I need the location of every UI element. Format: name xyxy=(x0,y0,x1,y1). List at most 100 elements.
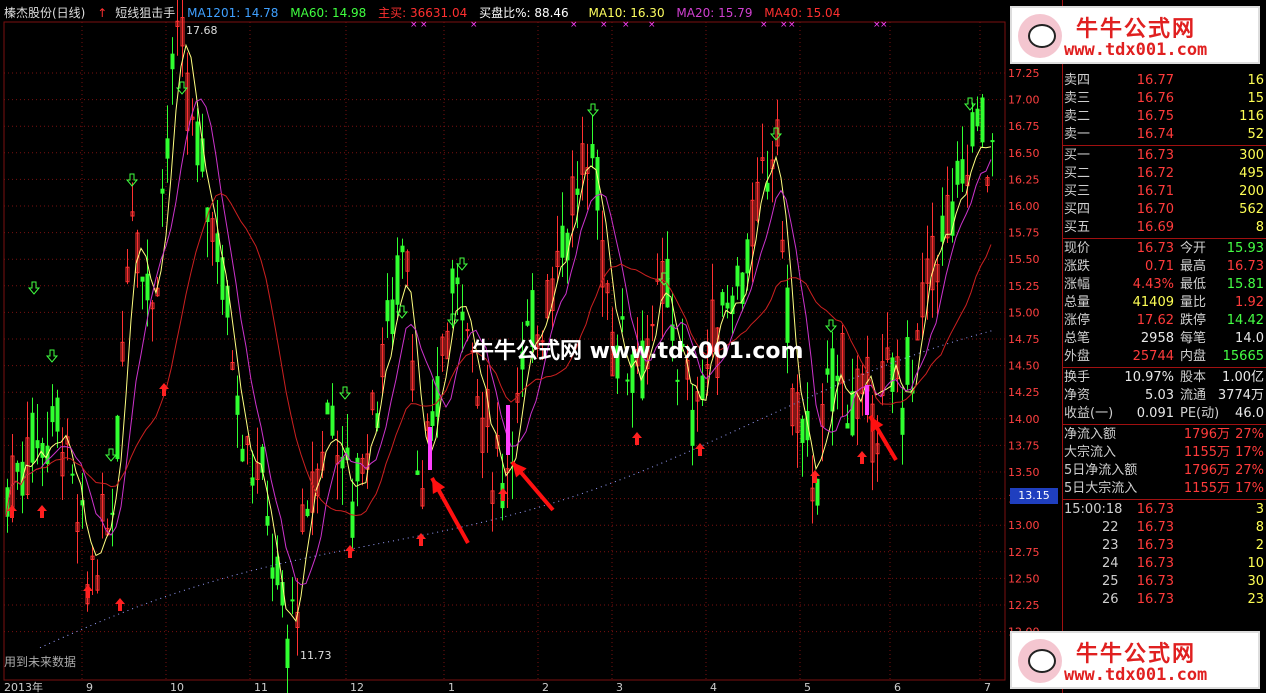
flow-percent: 27% xyxy=(1235,427,1264,442)
y-tick-label: 12.25 xyxy=(1008,599,1040,612)
candle-body xyxy=(590,144,595,159)
watermark-top: 牛牛公式网 www.tdx001.com xyxy=(1010,6,1260,64)
tick-volume: 23 xyxy=(1247,592,1264,607)
stat-value: 25744 xyxy=(1132,349,1174,364)
stat-value: 2958 xyxy=(1140,331,1174,346)
x-tick-label: 1 xyxy=(448,681,455,693)
candle-body xyxy=(35,440,40,449)
watermark-bottom: 牛牛公式网 www.tdx001.com xyxy=(1010,631,1260,689)
candle-body xyxy=(385,300,390,322)
stat-label: 最高 xyxy=(1180,259,1207,274)
sell-signal-arrow-icon xyxy=(45,349,59,363)
y-tick-label: 13.75 xyxy=(1008,439,1040,452)
y-tick-label: 15.00 xyxy=(1008,306,1040,319)
buy-signal-arrow-icon xyxy=(857,451,867,464)
top-marker-icon: × xyxy=(600,20,608,30)
cow-logo-icon xyxy=(1018,639,1062,683)
candle-body xyxy=(235,395,240,415)
flow-row: 5日大宗流入 1155万 17% xyxy=(1062,480,1266,498)
y-tick-label: 14.50 xyxy=(1008,360,1040,373)
stat-value: 10.97% xyxy=(1124,370,1174,385)
candle-body xyxy=(140,276,145,282)
candle-body xyxy=(525,320,530,326)
candle-body xyxy=(435,376,440,417)
tick-row: 24 16.73 10 xyxy=(1062,555,1266,573)
x-tick-label: 11 xyxy=(254,681,268,693)
tick-row: 25 16.73 30 xyxy=(1062,573,1266,591)
tick-volume: 8 xyxy=(1255,520,1264,535)
stat-row: 涨幅 4.43% 最低 15.81 xyxy=(1062,276,1266,294)
x-tick-label: 2013年 xyxy=(4,680,43,693)
watermark-title: 牛牛公式网 xyxy=(1076,642,1197,667)
order-volume: 300 xyxy=(1239,148,1264,163)
candle-body xyxy=(990,140,995,143)
candle-body xyxy=(305,508,310,517)
candle-body xyxy=(700,375,705,401)
x-tick-label: 7 xyxy=(984,681,991,693)
flow-value: 1155万 xyxy=(1183,481,1230,496)
candle-body xyxy=(400,245,405,253)
candle-body xyxy=(800,418,805,443)
stat-value: 15.81 xyxy=(1226,277,1264,292)
tick-price: 16.73 xyxy=(1136,574,1174,589)
top-marker-icon: × xyxy=(780,20,788,30)
flow-percent: 17% xyxy=(1235,445,1264,460)
order-price: 16.76 xyxy=(1136,91,1174,106)
y-tick-label: 13.50 xyxy=(1008,466,1040,479)
candle-body xyxy=(735,265,740,287)
indicator-name[interactable]: 短线狙击手 xyxy=(115,6,175,20)
buy-signal-arrow-icon xyxy=(498,488,508,501)
candle-body xyxy=(970,112,975,147)
candle-body xyxy=(825,368,830,375)
order-label: 买四 xyxy=(1064,202,1091,217)
top-marker-icon: × xyxy=(410,20,418,30)
buy-order-row: 买四 16.70 562 xyxy=(1062,201,1266,219)
y-tick-label: 14.00 xyxy=(1008,413,1040,426)
flow-value: 1155万 xyxy=(1183,445,1230,460)
candle-body xyxy=(745,239,750,274)
candle-body xyxy=(835,375,840,382)
candle-body xyxy=(285,638,290,669)
candle-body xyxy=(50,406,55,423)
candle-body xyxy=(720,292,725,306)
order-volume: 116 xyxy=(1239,109,1264,124)
candle-body xyxy=(325,402,330,415)
order-label: 卖三 xyxy=(1064,91,1091,106)
stat-value: 5.03 xyxy=(1145,388,1174,403)
ma10-value: MA10: 16.30 xyxy=(588,6,665,20)
y-tick-label: 15.50 xyxy=(1008,253,1040,266)
y-tick-label: 12.75 xyxy=(1008,546,1040,559)
highlight-candle xyxy=(428,427,432,470)
ma20-value: MA20: 15.79 xyxy=(676,6,753,20)
y-tick-label: 16.25 xyxy=(1008,173,1040,186)
candle-body xyxy=(690,409,695,446)
sell-order-row: 卖二 16.75 116 xyxy=(1062,108,1266,126)
sell-signal-arrow-icon xyxy=(824,319,838,333)
stat-value: 46.0 xyxy=(1235,406,1264,421)
order-label: 卖二 xyxy=(1064,109,1091,124)
top-marker-icon: × xyxy=(788,20,796,30)
watermark-title: 牛牛公式网 xyxy=(1076,17,1197,42)
tick-volume: 2 xyxy=(1255,538,1264,553)
candle-body xyxy=(430,411,435,426)
sell-signal-arrow-icon xyxy=(338,386,352,400)
stat-value: 0.71 xyxy=(1145,259,1174,274)
candle-body xyxy=(905,337,910,385)
chart-header: 榛杰股份(日线) ↑ 短线狙击手 MA1201: 14.78 MA60: 14.9… xyxy=(4,4,848,20)
candle-body xyxy=(460,311,465,321)
stat-label: 内盘 xyxy=(1180,349,1207,364)
candle-body xyxy=(270,567,275,579)
sell-signal-arrow-icon xyxy=(455,257,469,271)
stat-value: 4.43% xyxy=(1132,277,1174,292)
order-volume: 8 xyxy=(1255,220,1264,235)
x-tick-label: 12 xyxy=(350,681,364,693)
y-tick-label: 13.00 xyxy=(1008,519,1040,532)
top-marker-icon: × xyxy=(648,20,656,30)
highlight-candle xyxy=(506,405,510,455)
watermark-url: www.tdx001.com xyxy=(1064,665,1208,685)
highlight-candle xyxy=(865,385,869,415)
top-marker-icon: × xyxy=(570,20,578,30)
sell-order-row: 卖三 16.76 15 xyxy=(1062,90,1266,108)
future-data-note: 用到未来数据 xyxy=(4,655,77,669)
candle-body xyxy=(55,397,60,432)
